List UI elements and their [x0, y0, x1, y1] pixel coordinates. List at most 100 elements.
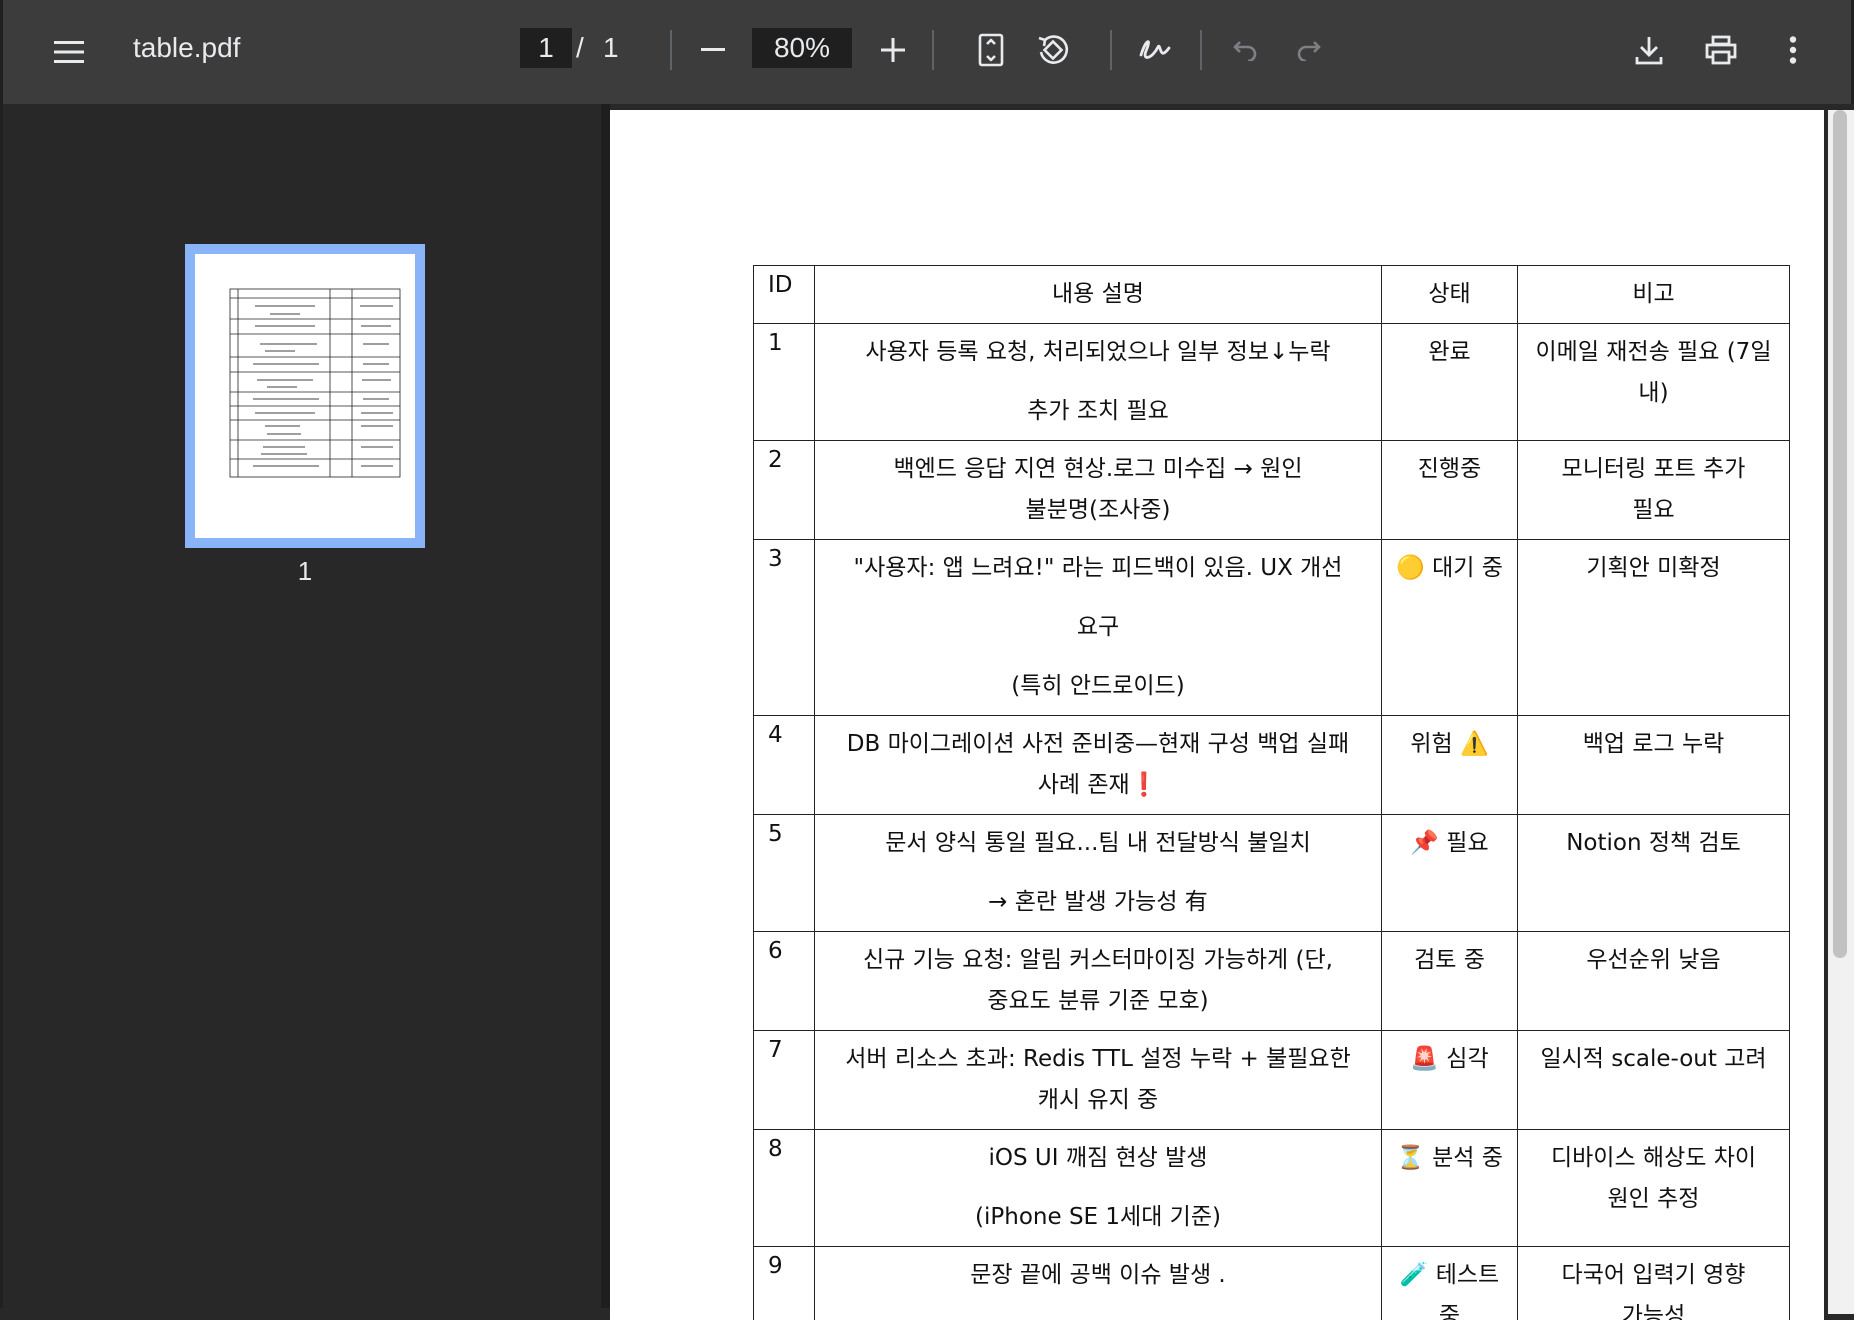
table-body: 1사용자 등록 요청, 처리되었으나 일부 정보↓누락추가 조치 필요완료이메일… [754, 324, 1790, 1320]
cell-description-line: 캐시 유지 중 [825, 1080, 1371, 1121]
cell-status-text: 위험 ⚠️ [1382, 716, 1517, 773]
plus-icon [881, 38, 905, 62]
cell-status: 완료 [1382, 324, 1518, 441]
line-gap [825, 589, 1371, 607]
cell-status-line: 🟡 대기 중 [1392, 548, 1507, 589]
cell-note-text: 모니터링 포트 추가필요 [1518, 441, 1789, 539]
table-row: 8iOS UI 깨짐 현상 발생(iPhone SE 1세대 기준)⏳ 분석 중… [754, 1130, 1790, 1247]
cell-status: 🧪 테스트중 [1382, 1247, 1518, 1320]
cell-note: 디바이스 해상도 차이원인 추정 [1518, 1130, 1790, 1247]
download-button[interactable] [1625, 26, 1673, 74]
cell-id: 7 [754, 1031, 815, 1130]
more-options-button[interactable] [1769, 26, 1817, 74]
cell-status-line: 📌 필요 [1392, 823, 1507, 864]
cell-note-text: 이메일 재전송 필요 (7일내) [1518, 324, 1789, 422]
cell-note: 다국어 입력기 영향가능성 [1518, 1247, 1790, 1320]
cell-note-text: Notion 정책 검토 [1518, 815, 1789, 872]
cell-description-line: 유니코드 공백 문자( )로 추정됨 [825, 1314, 1371, 1320]
zoom-level-input[interactable]: 80% [752, 28, 852, 68]
cell-status: 🚨 심각 [1382, 1031, 1518, 1130]
header-note-text: 비고 [1518, 266, 1789, 323]
cell-id: 1 [754, 324, 815, 441]
cell-note-line: 가능성 [1528, 1296, 1779, 1320]
pdf-toolbar: table.pdf 1 / 1 80% [0, 0, 1854, 104]
cell-note: 백업 로그 누락 [1518, 716, 1790, 815]
cell-description-line: 불분명(조사중) [825, 490, 1371, 531]
page-number-input[interactable]: 1 [520, 28, 572, 68]
cell-description-text: "사용자: 앱 느려요!" 라는 피드백이 있음. UX 개선요구(특히 안드로… [815, 540, 1381, 715]
table-header-row: ID 내용 설명 상태 비고 [754, 266, 1790, 324]
cell-description: 서버 리소스 초과: Redis TTL 설정 누락 + 불필요한캐시 유지 중 [815, 1031, 1382, 1130]
line-gap [825, 1296, 1371, 1314]
cell-status-text: ⏳ 분석 중 [1382, 1130, 1517, 1187]
cell-description-text: 신규 기능 요청: 알림 커스터마이징 가능하게 (단,중요도 분류 기준 모호… [815, 932, 1381, 1030]
cell-description-line: (iPhone SE 1세대 기준) [825, 1197, 1371, 1238]
cell-note-line: 원인 추정 [1528, 1179, 1779, 1220]
table-row: 6신규 기능 요청: 알림 커스터마이징 가능하게 (단,중요도 분류 기준 모… [754, 932, 1790, 1031]
redo-icon [1295, 39, 1323, 61]
cell-status-line: ⏳ 분석 중 [1392, 1138, 1507, 1179]
pen-scribble-icon [1138, 35, 1172, 65]
cell-description-line: → 혼란 발생 가능성 有 [825, 882, 1371, 923]
cell-note: 이메일 재전송 필요 (7일내) [1518, 324, 1790, 441]
cell-description-line: DB 마이그레이션 사전 준비중—현재 구성 백업 실패 [825, 724, 1371, 765]
cell-description-line: 문장 끝에 공백 이슈 발생 . [825, 1255, 1371, 1296]
cell-note-line: 내) [1528, 373, 1779, 414]
line-gap [825, 373, 1371, 391]
cell-status-text: 📌 필요 [1382, 815, 1517, 872]
cell-description-text: 문서 양식 통일 필요...팀 내 전달방식 불일치 → 혼란 발생 가능성 有 [815, 815, 1381, 931]
redo-button[interactable] [1285, 26, 1333, 74]
cell-id: 4 [754, 716, 815, 815]
cell-note-text: 일시적 scale-out 고려 [1518, 1031, 1789, 1088]
download-icon [1635, 35, 1663, 65]
thumbnail-sidebar: 1 [0, 104, 603, 1308]
toolbar-divider [670, 30, 672, 70]
cell-status-text: 완료 [1382, 324, 1517, 381]
cell-status-text: 검토 중 [1382, 932, 1517, 989]
table-row: 5문서 양식 통일 필요...팀 내 전달방식 불일치→ 혼란 발생 가능성 有… [754, 815, 1790, 932]
header-status: 상태 [1382, 266, 1518, 324]
page-thumbnail[interactable] [185, 244, 425, 548]
cell-description: 문서 양식 통일 필요...팀 내 전달방식 불일치 → 혼란 발생 가능성 有 [815, 815, 1382, 932]
cell-status-line: 검토 중 [1392, 940, 1507, 981]
header-status-text: 상태 [1382, 266, 1517, 323]
cell-status: 진행중 [1382, 441, 1518, 540]
print-button[interactable] [1697, 26, 1745, 74]
cell-status: 📌 필요 [1382, 815, 1518, 932]
sidebar-resize-edge[interactable] [601, 104, 610, 1308]
menu-button[interactable] [47, 30, 91, 74]
thumbnail-table-preview [195, 254, 415, 538]
toolbar-divider [932, 30, 934, 70]
cell-status: 위험 ⚠️ [1382, 716, 1518, 815]
page-separator: / [576, 28, 584, 68]
fit-to-page-button[interactable] [967, 26, 1015, 74]
cell-note-line: 우선순위 낮음 [1528, 940, 1779, 981]
annotate-button[interactable] [1131, 26, 1179, 74]
line-gap [825, 1179, 1371, 1197]
table-row: 9문장 끝에 공백 이슈 발생 .유니코드 공백 문자( )로 추정됨🧪 테스트… [754, 1247, 1790, 1320]
cell-status-line: 진행중 [1392, 449, 1507, 490]
cell-description-text: iOS UI 깨짐 현상 발생(iPhone SE 1세대 기준) [815, 1130, 1381, 1246]
cell-note-text: 백업 로그 누락 [1518, 716, 1789, 773]
scrollbar-thumb[interactable] [1833, 110, 1847, 958]
cell-status-line: 중 [1392, 1296, 1507, 1320]
cell-description-line: 추가 조치 필요 [825, 391, 1371, 432]
cell-status-line: 🧪 테스트 [1392, 1255, 1507, 1296]
document-title: table.pdf [133, 28, 240, 68]
cell-note-line: 일시적 scale-out 고려 [1528, 1039, 1779, 1080]
cell-description: 신규 기능 요청: 알림 커스터마이징 가능하게 (단,중요도 분류 기준 모호… [815, 932, 1382, 1031]
undo-button[interactable] [1221, 26, 1269, 74]
cell-description-line: 문서 양식 통일 필요...팀 내 전달방식 불일치 [825, 823, 1371, 864]
zoom-out-button[interactable] [689, 26, 737, 74]
rotate-icon [1035, 32, 1071, 68]
cell-status: 🟡 대기 중 [1382, 540, 1518, 716]
printer-icon [1704, 35, 1738, 65]
cell-description-line: 사례 존재❗ [825, 765, 1371, 806]
zoom-in-button[interactable] [869, 26, 917, 74]
page-total: 1 [603, 28, 619, 68]
cell-note-line: 모니터링 포트 추가 [1528, 449, 1779, 490]
cell-note: 일시적 scale-out 고려 [1518, 1031, 1790, 1130]
rotate-button[interactable] [1029, 26, 1077, 74]
cell-note: 우선순위 낮음 [1518, 932, 1790, 1031]
cell-status-text: 진행중 [1382, 441, 1517, 498]
